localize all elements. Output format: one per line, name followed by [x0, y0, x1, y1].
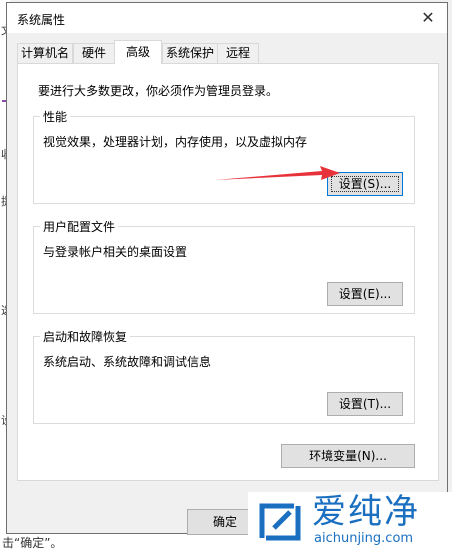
brand-name: 爱纯净	[312, 492, 420, 532]
brand-url: aichunjing.com	[314, 531, 414, 546]
tab-advanced[interactable]: 高级	[114, 40, 162, 64]
watermark: 爱纯净 aichunjing.com	[248, 492, 452, 552]
annotation-arrow	[215, 166, 340, 180]
red-arrow-shape	[215, 166, 340, 180]
brand-logo-icon	[259, 503, 301, 541]
